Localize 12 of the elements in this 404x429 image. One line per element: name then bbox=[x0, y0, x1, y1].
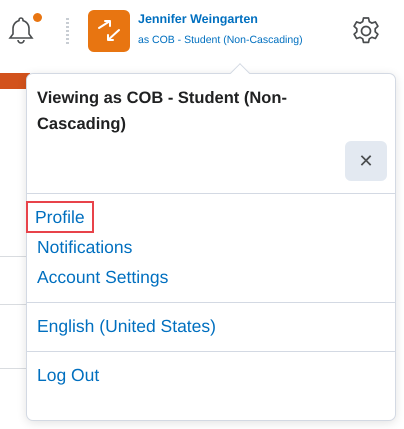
close-button[interactable]: ✕ bbox=[345, 141, 387, 182]
menu-link[interactable]: Profile bbox=[27, 202, 93, 232]
menu-link[interactable]: English (United States) bbox=[37, 311, 216, 342]
user-name[interactable]: Jennifer Weingarten bbox=[138, 13, 303, 27]
role-switch-icon[interactable] bbox=[88, 10, 130, 52]
role-label[interactable]: as COB - Student (Non-Cascading) bbox=[138, 33, 303, 49]
menu-link[interactable]: Notifications bbox=[37, 232, 132, 262]
menu-link[interactable]: Account Settings bbox=[37, 262, 168, 292]
menu-title: Viewing as COB - Student (Non-Cascading) bbox=[36, 88, 288, 135]
menu-link[interactable]: Log Out bbox=[37, 360, 100, 390]
bell-icon[interactable] bbox=[8, 15, 34, 45]
banner-background bbox=[0, 73, 30, 89]
